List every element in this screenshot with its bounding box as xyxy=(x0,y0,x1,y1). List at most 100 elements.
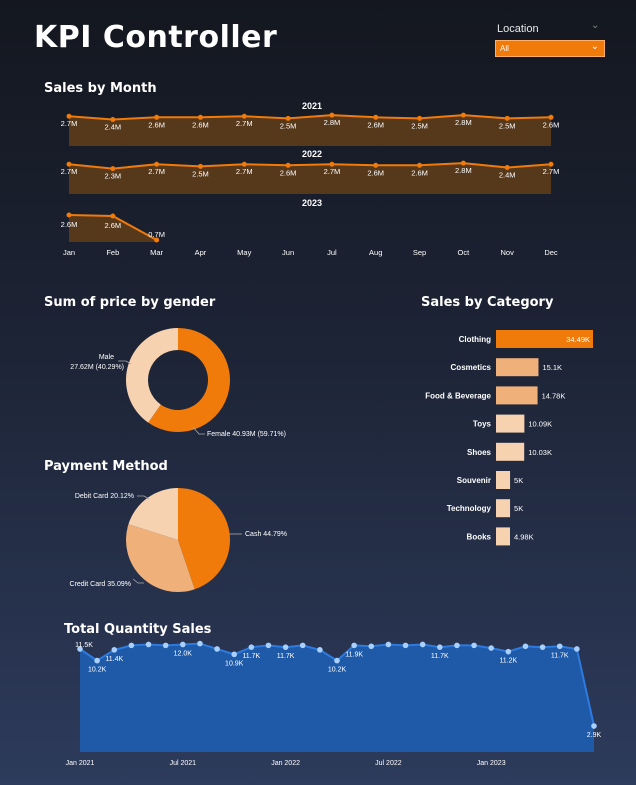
quantity-point xyxy=(368,643,375,650)
quantity-point xyxy=(454,642,460,649)
category-label: Books xyxy=(467,532,492,541)
month-tick-label: Jul xyxy=(327,248,337,257)
quantity-point xyxy=(385,641,392,648)
dashboard-charts: 2021 2.7M 2.4M 2.6M 2.6M 2.7M 2.5M 2.8M 2.6M 2.5M… xyxy=(61,101,602,767)
sales-data-label: 2.6M xyxy=(543,120,560,129)
quantity-data-label: 11.2K xyxy=(499,658,517,665)
sales-area-2021 xyxy=(69,115,551,146)
male-value-label: 27.62M (40.29%) xyxy=(70,364,124,371)
sales-data-label: 0.7M xyxy=(148,230,165,239)
sales-data-label: 2.7M xyxy=(236,167,253,176)
quantity-x-tick: Jan 2023 xyxy=(477,760,506,767)
sales-point xyxy=(154,161,160,167)
month-tick-label: Aug xyxy=(369,248,382,257)
sales-point xyxy=(329,112,335,118)
sales-point xyxy=(110,166,116,172)
month-tick-label: Sep xyxy=(413,248,426,257)
quantity-point xyxy=(488,645,495,651)
sales-data-label: 2.7M xyxy=(324,167,341,176)
male-label: Male xyxy=(99,354,114,361)
sales-point xyxy=(241,161,247,167)
payment-pie-chart[interactable]: Cash 44.79% Credit Card 35.09% Debit Card … xyxy=(70,488,288,592)
sales-data-label: 2.7M xyxy=(148,167,165,176)
quantity-data-label: 12.0K xyxy=(174,650,193,657)
gender-donut-chart[interactable]: Male 27.62M (40.29%) Female 40.93M (59.71%… xyxy=(70,328,286,438)
sales-point xyxy=(548,161,554,167)
month-tick-label: Mar xyxy=(150,248,163,257)
sales-point xyxy=(66,161,72,167)
quantity-point xyxy=(111,647,118,653)
quantity-x-tick: Jul 2021 xyxy=(170,760,197,767)
sales-point xyxy=(197,114,203,120)
sales-point xyxy=(329,161,335,167)
sales-data-label: 2.6M xyxy=(280,168,297,177)
sales-by-month-chart[interactable]: 2021 2.7M 2.4M 2.6M 2.6M 2.7M 2.5M 2.8M 2.6M 2.5M… xyxy=(61,101,560,257)
category-value-label: 15.1K xyxy=(542,363,562,372)
quantity-point xyxy=(282,644,289,650)
quantity-point xyxy=(128,642,135,649)
quantity-point xyxy=(180,641,186,648)
quantity-data-label: 11.7K xyxy=(551,652,569,659)
quantity-point xyxy=(419,641,426,648)
sales-data-label: 2.6M xyxy=(411,168,428,177)
debit-card-label: Debit Card 20.12% xyxy=(75,493,134,500)
category-label: Toys xyxy=(473,420,492,429)
quantity-data-label: 11.4K xyxy=(105,656,123,663)
sales-data-label: 2.3M xyxy=(104,172,121,181)
sales-data-label: 2.6M xyxy=(192,120,209,129)
sales-data-label: 2.7M xyxy=(543,167,560,176)
sales-data-label: 2.5M xyxy=(411,121,428,130)
sales-point xyxy=(373,162,379,168)
sales-point xyxy=(548,114,554,120)
sales-data-label: 2.5M xyxy=(499,121,516,130)
category-bar xyxy=(496,471,511,489)
quantity-point xyxy=(402,642,409,649)
category-label: Technology xyxy=(447,504,492,513)
quantity-point xyxy=(591,723,597,729)
quantity-point xyxy=(162,642,169,649)
sales-point xyxy=(241,113,247,119)
quantity-point xyxy=(197,640,203,647)
category-label: Cosmetics xyxy=(451,363,492,372)
category-value-label: 10.09K xyxy=(528,420,552,429)
month-tick-label: Dec xyxy=(544,248,558,257)
sales-area-2022 xyxy=(69,163,551,194)
quantity-data-label: 11.5K xyxy=(75,642,93,649)
category-label: Souvenir xyxy=(457,476,491,485)
month-tick-label: Nov xyxy=(501,248,515,257)
quantity-data-label: 11.9K xyxy=(345,651,363,658)
sales-point xyxy=(417,115,423,121)
category-label: Clothing xyxy=(459,335,492,344)
quantity-x-tick: Jan 2022 xyxy=(271,760,300,767)
year-label: 2023 xyxy=(302,198,322,208)
quantity-point xyxy=(522,643,529,650)
quantity-point xyxy=(265,642,272,649)
quantity-point xyxy=(94,657,100,664)
female-label: Female 40.93M (59.71%) xyxy=(207,431,286,438)
quantity-point xyxy=(539,644,546,650)
month-tick-label: Jun xyxy=(282,248,294,257)
credit-card-label: Credit Card 35.09% xyxy=(70,581,131,588)
sales-point xyxy=(504,165,510,171)
category-value-label: 5K xyxy=(514,504,523,513)
category-value-label: 4.98K xyxy=(514,532,534,541)
sales-point xyxy=(66,212,72,218)
category-bar xyxy=(496,442,525,461)
sales-point xyxy=(285,162,291,168)
sales-data-label: 2.6M xyxy=(104,221,121,230)
sales-point xyxy=(460,112,466,118)
quantity-area-chart[interactable]: 11.5K10.2K11.4K12.0K10.9K11.7K 11.7K10.2K… xyxy=(66,640,602,767)
quantity-data-label: 10.2K xyxy=(328,667,347,674)
month-tick-label: Feb xyxy=(106,248,119,257)
sales-point xyxy=(504,115,510,121)
year-label: 2021 xyxy=(302,101,322,111)
month-tick-label: Apr xyxy=(195,248,207,257)
quantity-point xyxy=(556,643,563,650)
quantity-point xyxy=(505,648,512,655)
month-tick-label: May xyxy=(237,248,251,257)
sales-point xyxy=(373,114,379,120)
category-value-label: 34.49K xyxy=(566,335,590,344)
quantity-point xyxy=(317,647,323,653)
category-bar-chart[interactable]: Clothing 34.49K Cosmetics 15.1K Food & Bever… xyxy=(425,330,593,546)
category-value-label: 5K xyxy=(514,476,523,485)
